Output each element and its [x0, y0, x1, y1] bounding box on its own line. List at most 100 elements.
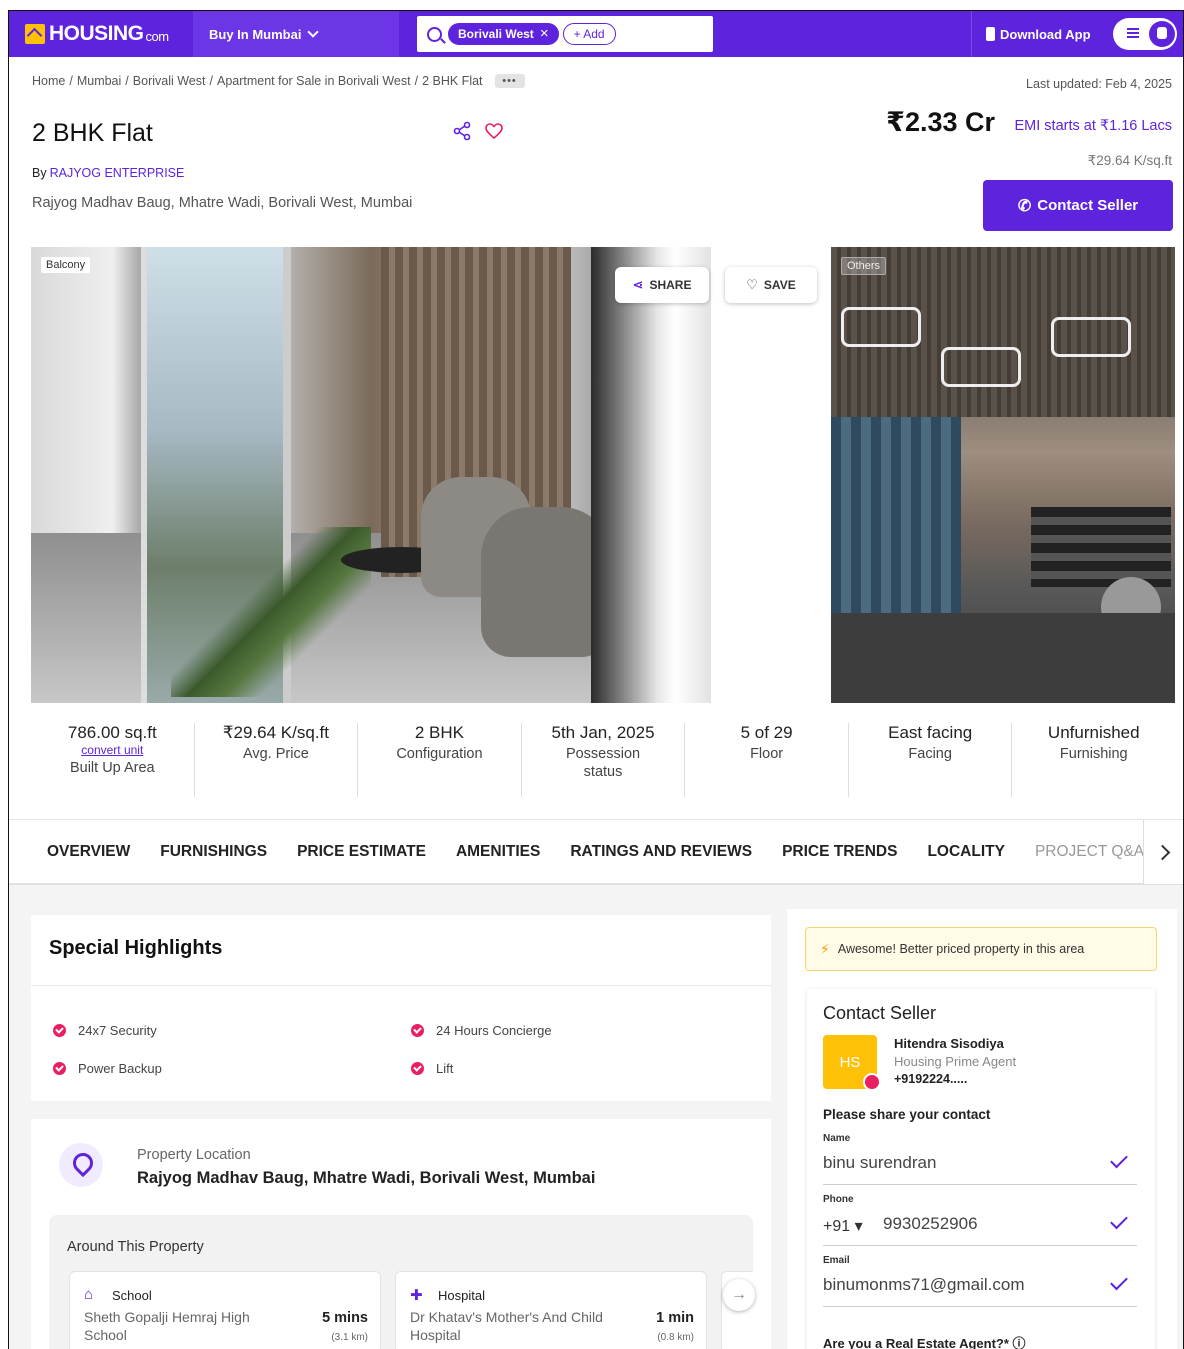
heart-icon[interactable]	[484, 121, 504, 141]
spec-label: Configuration	[396, 746, 483, 762]
listing-address: Rajyog Madhav Baug, Mhatre Wadi, Borival…	[32, 195, 413, 211]
agent-name: Hitendra Sisodiya	[894, 1036, 1004, 1051]
email-input[interactable]	[823, 1275, 1103, 1295]
key-specs: 786.00 sq.ft convert unit Built Up Area …	[31, 723, 1175, 797]
school-icon: ⌂	[84, 1286, 94, 1303]
convert-unit-link[interactable]: convert unit	[31, 743, 194, 757]
around-title: Around This Property	[67, 1239, 204, 1255]
spec-label: Facing	[908, 746, 952, 762]
contact-panel: ⚡ Awesome! Better priced property in thi…	[787, 909, 1177, 1349]
tab-locality[interactable]: LOCALITY	[927, 843, 1005, 861]
page-frame: HOUSING com Buy In Mumbai Borivali West …	[8, 10, 1184, 1349]
agent-phone: +9192224.....	[894, 1072, 968, 1086]
phone-icon: ✆	[1017, 197, 1032, 215]
page-title: 2 BHK Flat	[32, 119, 153, 147]
check-icon	[1110, 1150, 1128, 1169]
poi-card[interactable]: ✚ Hospital Dr Khatav's Mother's And Chil…	[395, 1271, 707, 1349]
user-avatar-icon	[1149, 21, 1175, 47]
highlight-item: 24x7 Security	[53, 1023, 157, 1038]
promo-text: Awesome! Better priced property in this …	[837, 942, 1085, 956]
tab-ratings-reviews[interactable]: RATINGS AND REVIEWS	[570, 843, 752, 861]
logo-text: HOUSING	[49, 22, 144, 45]
search-bar[interactable]: Borivali West × + Add	[417, 16, 713, 52]
poi-distance: (0.8 km)	[657, 1332, 694, 1343]
spec-avg-price: ₹29.64 K/sq.ft Avg. Price	[195, 723, 359, 797]
breadcrumb-locality[interactable]: Borivali West	[133, 74, 206, 88]
save-photo-label: SAVE	[763, 278, 796, 292]
breadcrumb-category[interactable]: Apartment for Sale in Borivali West	[217, 74, 411, 88]
contact-seller-button[interactable]: ✆ Contact Seller	[983, 180, 1173, 231]
contact-seller-form: Contact Seller HS Hitendra Sisodiya Hous…	[807, 989, 1155, 1349]
tab-project-qa[interactable]: PROJECT Q&A	[1035, 843, 1144, 861]
breadcrumb-home[interactable]: Home	[32, 74, 65, 88]
top-navbar: HOUSING com Buy In Mumbai Borivali West …	[9, 11, 1183, 57]
menu-icon	[1127, 28, 1139, 38]
spec-value: ₹29.64 K/sq.ft	[222, 723, 329, 742]
poi-distance: (3.1 km)	[331, 1332, 368, 1343]
prime-badge-icon	[863, 1073, 881, 1091]
spec-configuration: 2 BHK Configuration	[358, 723, 522, 797]
poi-name: Sheth Gopalji Hemraj High School	[84, 1309, 250, 1343]
title-actions	[452, 121, 504, 141]
hospital-icon: ✚	[410, 1287, 423, 1304]
spec-label: Built Up Area	[69, 760, 155, 776]
poi-time: 1 min	[656, 1310, 694, 1326]
contact-seller-label: Contact Seller	[1037, 197, 1139, 214]
seller-link[interactable]: RAJYOG ENTERPRISE	[50, 166, 185, 180]
spec-value: East facing	[888, 723, 973, 742]
photo-balcony[interactable]: Balcony	[31, 247, 711, 703]
tab-amenities[interactable]: AMENITIES	[456, 843, 540, 861]
close-icon[interactable]: ×	[540, 26, 549, 41]
spec-value: 5th Jan, 2025	[551, 723, 655, 742]
profile-menu[interactable]	[1113, 18, 1177, 50]
real-estate-agent-question: Are you a Real Estate Agent?* ⓘ	[823, 1336, 1026, 1349]
highlight-item: Lift	[411, 1061, 453, 1076]
spec-value: 786.00 sq.ft	[67, 723, 157, 742]
breadcrumb: Home / Mumbai / Borivali West / Apartment f…	[32, 74, 525, 88]
search-chip-locality[interactable]: Borivali West ×	[448, 23, 559, 45]
photo-gym[interactable]: Others	[831, 247, 1175, 703]
emi-link[interactable]: EMI starts at ₹1.16 Lacs	[1014, 118, 1172, 134]
check-icon	[53, 1062, 66, 1075]
spec-possession: 5th Jan, 2025 Possession status	[522, 723, 686, 797]
name-field: Name	[823, 1133, 1137, 1185]
spec-furnishing: Unfurnished Furnishing	[1012, 723, 1175, 797]
share-icon[interactable]	[452, 121, 472, 141]
poi-card[interactable]: ⌂ School Sheth Gopalji Hemraj High Schoo…	[69, 1271, 381, 1349]
spec-value: 5 of 29	[740, 723, 793, 742]
breadcrumb-city[interactable]: Mumbai	[77, 74, 121, 88]
poi-time: 5 mins	[322, 1310, 368, 1326]
download-app-label: Download App	[1000, 26, 1091, 42]
tab-furnishings[interactable]: FURNISHINGS	[160, 843, 267, 861]
save-photo-button[interactable]: ♡ SAVE	[725, 267, 817, 303]
highlight-label: Lift	[436, 1061, 454, 1076]
tab-overview[interactable]: OVERVIEW	[47, 843, 130, 861]
arrow-right-icon[interactable]: →	[723, 1279, 755, 1311]
spec-label: Possession status	[565, 746, 641, 780]
spec-floor: 5 of 29 Floor	[685, 723, 849, 797]
share-photo-button[interactable]: ⋖ SHARE	[615, 267, 709, 303]
add-locality-button[interactable]: + Add	[562, 23, 616, 45]
tab-price-trends[interactable]: PRICE TRENDS	[782, 843, 897, 861]
phone-icon	[986, 27, 995, 41]
breadcrumb-more-button[interactable]: •••	[494, 74, 525, 88]
home-logo-icon	[25, 24, 45, 44]
housing-logo[interactable]: HOUSING com	[25, 21, 169, 47]
spec-label: Floor	[750, 746, 784, 762]
download-app-button[interactable]: Download App	[971, 11, 1101, 57]
section-tabs: OVERVIEW FURNISHINGS PRICE ESTIMATE AMEN…	[9, 819, 1183, 885]
city-selector[interactable]: Buy In Mumbai	[193, 11, 399, 57]
spec-area: 786.00 sq.ft convert unit Built Up Area	[31, 723, 195, 797]
tab-price-estimate[interactable]: PRICE ESTIMATE	[297, 843, 426, 861]
name-input[interactable]	[823, 1153, 1103, 1173]
heart-icon: ♡	[746, 277, 758, 292]
email-label: Email	[823, 1255, 850, 1266]
photo-tag: Others	[841, 257, 887, 275]
email-field: Email	[823, 1255, 1137, 1307]
chevron-right-icon[interactable]	[1143, 820, 1183, 884]
last-updated: Last updated: Feb 4, 2025	[1026, 77, 1172, 91]
phone-input[interactable]	[883, 1214, 1103, 1234]
spec-value: Unfurnished	[1047, 723, 1140, 742]
phone-label: Phone	[823, 1194, 854, 1205]
country-code-select[interactable]: +91 ▾	[823, 1216, 863, 1236]
